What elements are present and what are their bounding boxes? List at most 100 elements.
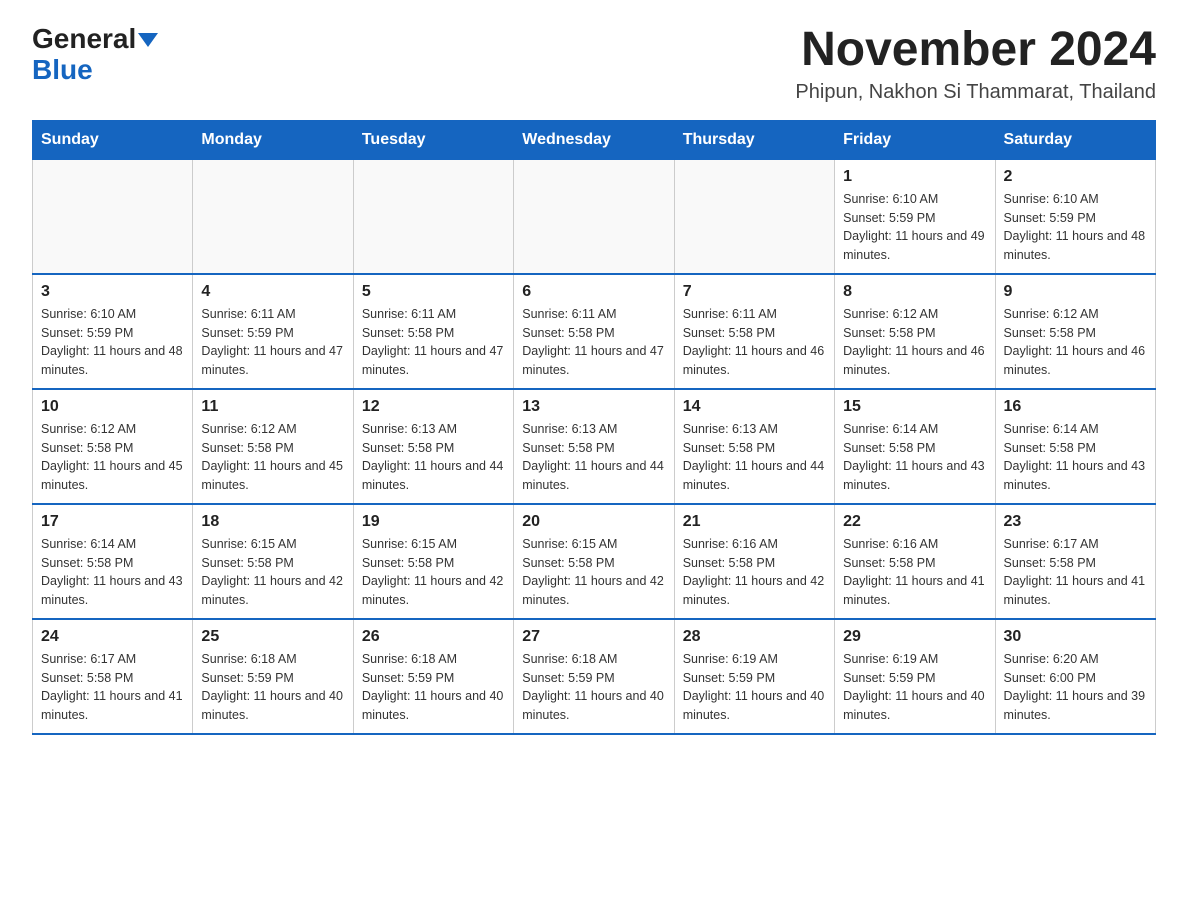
calendar-cell-w1-d3 xyxy=(353,159,513,274)
logo-triangle-icon xyxy=(138,33,158,47)
calendar-cell-w5-d2: 25 Sunrise: 6:18 AMSunset: 5:59 PMDayligh… xyxy=(193,619,353,734)
col-sunday: Sunday xyxy=(33,120,193,159)
day-number: 4 xyxy=(201,283,344,301)
calendar-cell-w5-d1: 24 Sunrise: 6:17 AMSunset: 5:58 PMDayligh… xyxy=(33,619,193,734)
calendar-week-3: 10 Sunrise: 6:12 AMSunset: 5:58 PMDayligh… xyxy=(33,389,1156,504)
day-info: Sunrise: 6:14 AMSunset: 5:58 PMDaylight:… xyxy=(843,420,986,495)
day-number: 14 xyxy=(683,398,826,416)
col-friday: Friday xyxy=(835,120,995,159)
calendar-cell-w1-d1 xyxy=(33,159,193,274)
calendar-cell-w1-d5 xyxy=(674,159,834,274)
day-info: Sunrise: 6:11 AMSunset: 5:59 PMDaylight:… xyxy=(201,305,344,380)
calendar-cell-w4-d1: 17 Sunrise: 6:14 AMSunset: 5:58 PMDayligh… xyxy=(33,504,193,619)
day-number: 20 xyxy=(522,513,665,531)
day-number: 25 xyxy=(201,628,344,646)
calendar-cell-w5-d4: 27 Sunrise: 6:18 AMSunset: 5:59 PMDayligh… xyxy=(514,619,674,734)
day-number: 16 xyxy=(1004,398,1147,416)
col-wednesday: Wednesday xyxy=(514,120,674,159)
day-info: Sunrise: 6:15 AMSunset: 5:58 PMDaylight:… xyxy=(201,535,344,610)
calendar-cell-w2-d3: 5 Sunrise: 6:11 AMSunset: 5:58 PMDaylight… xyxy=(353,274,513,389)
day-number: 10 xyxy=(41,398,184,416)
day-number: 23 xyxy=(1004,513,1147,531)
logo-general-row: General xyxy=(32,24,158,55)
calendar-week-1: 1 Sunrise: 6:10 AMSunset: 5:59 PMDaylight… xyxy=(33,159,1156,274)
day-number: 5 xyxy=(362,283,505,301)
day-info: Sunrise: 6:16 AMSunset: 5:58 PMDaylight:… xyxy=(843,535,986,610)
col-saturday: Saturday xyxy=(995,120,1155,159)
day-info: Sunrise: 6:12 AMSunset: 5:58 PMDaylight:… xyxy=(41,420,184,495)
day-info: Sunrise: 6:11 AMSunset: 5:58 PMDaylight:… xyxy=(522,305,665,380)
calendar-cell-w3-d4: 13Sunrise: 6:13 AMSunset: 5:58 PMDayligh… xyxy=(514,389,674,504)
day-info: Sunrise: 6:11 AMSunset: 5:58 PMDaylight:… xyxy=(362,305,505,380)
day-number: 17 xyxy=(41,513,184,531)
day-info: Sunrise: 6:12 AMSunset: 5:58 PMDaylight:… xyxy=(843,305,986,380)
day-number: 11 xyxy=(201,398,344,416)
day-number: 19 xyxy=(362,513,505,531)
day-info: Sunrise: 6:19 AMSunset: 5:59 PMDaylight:… xyxy=(843,650,986,725)
day-info: Sunrise: 6:17 AMSunset: 5:58 PMDaylight:… xyxy=(1004,535,1147,610)
day-number: 26 xyxy=(362,628,505,646)
title-area: November 2024 Phipun, Nakhon Si Thammara… xyxy=(795,24,1156,104)
calendar-cell-w4-d5: 21 Sunrise: 6:16 AMSunset: 5:58 PMDayligh… xyxy=(674,504,834,619)
day-info: Sunrise: 6:14 AMSunset: 5:58 PMDaylight:… xyxy=(41,535,184,610)
day-info: Sunrise: 6:12 AMSunset: 5:58 PMDaylight:… xyxy=(1004,305,1147,380)
day-number: 6 xyxy=(522,283,665,301)
page-header: General Blue November 2024 Phipun, Nakho… xyxy=(32,24,1156,104)
day-info: Sunrise: 6:10 AMSunset: 5:59 PMDaylight:… xyxy=(843,190,986,265)
day-info: Sunrise: 6:10 AMSunset: 5:59 PMDaylight:… xyxy=(41,305,184,380)
calendar-cell-w1-d4 xyxy=(514,159,674,274)
location-subtitle: Phipun, Nakhon Si Thammarat, Thailand xyxy=(795,81,1156,104)
calendar-cell-w4-d2: 18 Sunrise: 6:15 AMSunset: 5:58 PMDayligh… xyxy=(193,504,353,619)
calendar-cell-w3-d6: 15Sunrise: 6:14 AMSunset: 5:58 PMDayligh… xyxy=(835,389,995,504)
calendar-cell-w1-d6: 1 Sunrise: 6:10 AMSunset: 5:59 PMDaylight… xyxy=(835,159,995,274)
day-number: 1 xyxy=(843,168,986,186)
calendar-cell-w4-d6: 22 Sunrise: 6:16 AMSunset: 5:58 PMDayligh… xyxy=(835,504,995,619)
calendar-cell-w2-d7: 9 Sunrise: 6:12 AMSunset: 5:58 PMDaylight… xyxy=(995,274,1155,389)
day-info: Sunrise: 6:13 AMSunset: 5:58 PMDaylight:… xyxy=(522,420,665,495)
day-number: 21 xyxy=(683,513,826,531)
calendar-cell-w4-d3: 19 Sunrise: 6:15 AMSunset: 5:58 PMDayligh… xyxy=(353,504,513,619)
calendar-cell-w5-d6: 29 Sunrise: 6:19 AMSunset: 5:59 PMDayligh… xyxy=(835,619,995,734)
day-info: Sunrise: 6:20 AMSunset: 6:00 PMDaylight:… xyxy=(1004,650,1147,725)
day-info: Sunrise: 6:13 AMSunset: 5:58 PMDaylight:… xyxy=(683,420,826,495)
calendar-cell-w3-d1: 10 Sunrise: 6:12 AMSunset: 5:58 PMDayligh… xyxy=(33,389,193,504)
calendar-cell-w2-d5: 7 Sunrise: 6:11 AMSunset: 5:58 PMDaylight… xyxy=(674,274,834,389)
day-info: Sunrise: 6:15 AMSunset: 5:58 PMDaylight:… xyxy=(362,535,505,610)
calendar-cell-w1-d7: 2 Sunrise: 6:10 AMSunset: 5:59 PMDaylight… xyxy=(995,159,1155,274)
day-number: 30 xyxy=(1004,628,1147,646)
month-title: November 2024 xyxy=(795,24,1156,77)
day-number: 24 xyxy=(41,628,184,646)
calendar-cell-w4-d7: 23 Sunrise: 6:17 AMSunset: 5:58 PMDayligh… xyxy=(995,504,1155,619)
calendar-week-5: 24 Sunrise: 6:17 AMSunset: 5:58 PMDayligh… xyxy=(33,619,1156,734)
calendar-header-row: Sunday Monday Tuesday Wednesday Thursday… xyxy=(33,120,1156,159)
day-info: Sunrise: 6:18 AMSunset: 5:59 PMDaylight:… xyxy=(522,650,665,725)
calendar-cell-w4-d4: 20 Sunrise: 6:15 AMSunset: 5:58 PMDayligh… xyxy=(514,504,674,619)
calendar-cell-w3-d5: 14 Sunrise: 6:13 AMSunset: 5:58 PMDayligh… xyxy=(674,389,834,504)
day-info: Sunrise: 6:10 AMSunset: 5:59 PMDaylight:… xyxy=(1004,190,1147,265)
day-info: Sunrise: 6:16 AMSunset: 5:58 PMDaylight:… xyxy=(683,535,826,610)
day-number: 29 xyxy=(843,628,986,646)
calendar-cell-w3-d7: 16Sunrise: 6:14 AMSunset: 5:58 PMDayligh… xyxy=(995,389,1155,504)
calendar-cell-w5-d3: 26 Sunrise: 6:18 AMSunset: 5:59 PMDayligh… xyxy=(353,619,513,734)
day-number: 12 xyxy=(362,398,505,416)
day-number: 18 xyxy=(201,513,344,531)
day-info: Sunrise: 6:15 AMSunset: 5:58 PMDaylight:… xyxy=(522,535,665,610)
logo-blue-text: Blue xyxy=(32,54,93,85)
day-number: 22 xyxy=(843,513,986,531)
day-info: Sunrise: 6:17 AMSunset: 5:58 PMDaylight:… xyxy=(41,650,184,725)
logo: General Blue xyxy=(32,24,158,86)
day-info: Sunrise: 6:19 AMSunset: 5:59 PMDaylight:… xyxy=(683,650,826,725)
day-number: 8 xyxy=(843,283,986,301)
day-info: Sunrise: 6:18 AMSunset: 5:59 PMDaylight:… xyxy=(201,650,344,725)
day-number: 2 xyxy=(1004,168,1147,186)
day-info: Sunrise: 6:18 AMSunset: 5:59 PMDaylight:… xyxy=(362,650,505,725)
day-number: 3 xyxy=(41,283,184,301)
day-number: 7 xyxy=(683,283,826,301)
day-info: Sunrise: 6:11 AMSunset: 5:58 PMDaylight:… xyxy=(683,305,826,380)
day-number: 28 xyxy=(683,628,826,646)
day-number: 27 xyxy=(522,628,665,646)
calendar-week-2: 3 Sunrise: 6:10 AMSunset: 5:59 PMDaylight… xyxy=(33,274,1156,389)
calendar-week-4: 17 Sunrise: 6:14 AMSunset: 5:58 PMDayligh… xyxy=(33,504,1156,619)
calendar-cell-w2-d2: 4 Sunrise: 6:11 AMSunset: 5:59 PMDaylight… xyxy=(193,274,353,389)
day-number: 9 xyxy=(1004,283,1147,301)
